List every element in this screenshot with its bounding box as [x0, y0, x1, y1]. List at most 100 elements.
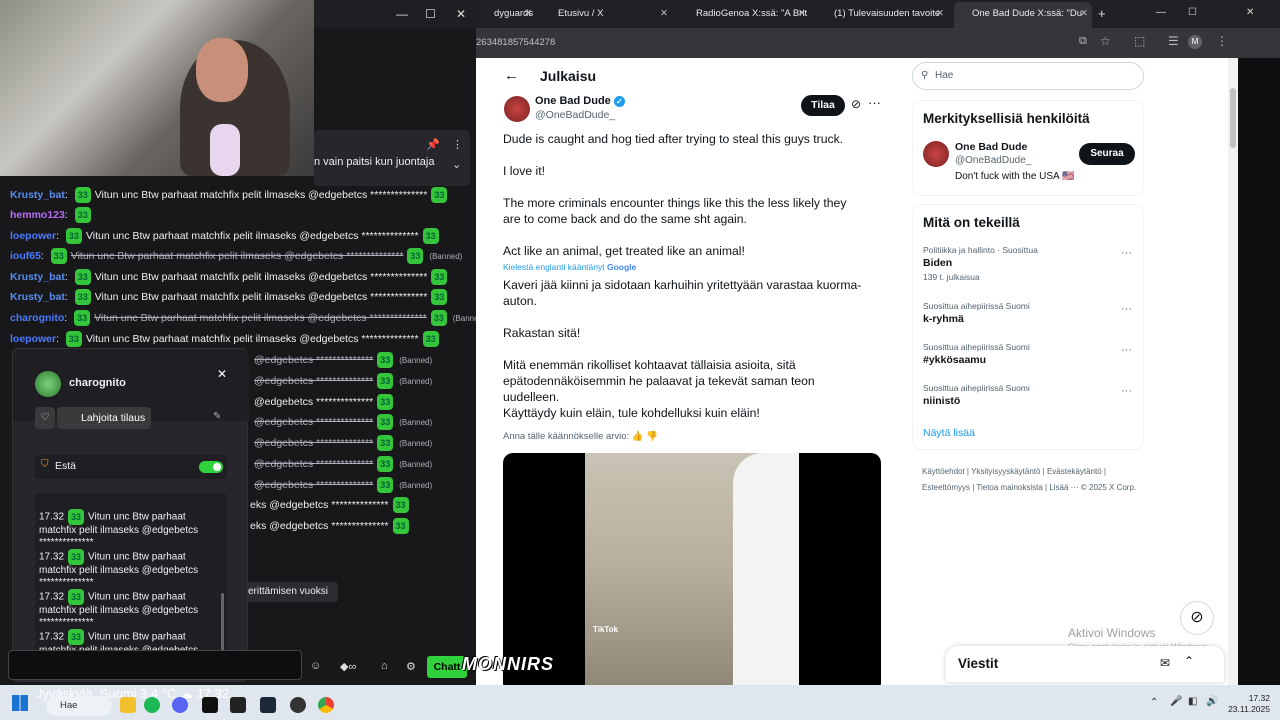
chat-message-fragment[interactable]: @edgebetcs ************** 33 (Banned)	[254, 372, 432, 390]
thumbs-down-icon[interactable]: 👎	[646, 431, 658, 442]
more-options-icon[interactable]: ···	[868, 95, 881, 110]
thumbs-up-icon[interactable]: 👍	[632, 431, 644, 442]
notion-icon[interactable]	[230, 697, 246, 713]
more-options-icon[interactable]: ···	[1121, 303, 1132, 315]
trend-name[interactable]: niinistö	[923, 395, 960, 407]
close-icon[interactable]: ✕	[217, 367, 227, 381]
browser-tab[interactable]: dyguards ✕	[476, 4, 536, 24]
chat-message[interactable]: charognito: 33 Vitun unc Btw parhaat matc…	[10, 309, 476, 327]
show-more-link[interactable]: Näytä lisää	[923, 427, 975, 439]
x-app-icon[interactable]	[202, 697, 218, 713]
chat-message[interactable]: loepower: 33 Vitun unc Btw parhaat matchf…	[10, 330, 443, 348]
chat-username[interactable]: charognito	[10, 312, 64, 324]
block-toggle[interactable]	[199, 461, 223, 473]
tray-chevron-icon[interactable]: ⌃	[1150, 697, 1158, 708]
author-handle[interactable]: @OneBadDude_	[535, 109, 615, 121]
pinned-message[interactable]: 📌 ⋮ n vain paitsi kun juontaja ⌄	[314, 130, 470, 186]
discord-icon[interactable]	[172, 697, 188, 713]
close-icon[interactable]: ✕	[1080, 2, 1088, 26]
new-tab-icon[interactable]: +	[1098, 6, 1106, 21]
maximize-icon[interactable]: ☐	[1188, 7, 1197, 18]
chat-send-button[interactable]: Chatt	[427, 656, 467, 678]
trend-name[interactable]: #ykkösaamu	[923, 354, 986, 366]
page-scrollbar[interactable]	[1228, 58, 1238, 685]
translation-label[interactable]: Kielestä englanti kääntänyt Google	[503, 262, 636, 272]
trend-name[interactable]: k-ryhmä	[923, 313, 964, 325]
chat-username[interactable]: loepower	[10, 333, 56, 345]
obs-icon[interactable]	[290, 697, 306, 713]
extensions-icon[interactable]: ⬚	[1134, 34, 1145, 48]
chat-username[interactable]: loepower	[10, 230, 56, 242]
chevron-down-icon[interactable]: ⌄	[452, 158, 461, 171]
more-options-icon[interactable]: ···	[1121, 385, 1132, 397]
avatar[interactable]	[35, 371, 61, 397]
close-icon[interactable]: ✕	[798, 4, 806, 24]
chat-message[interactable]: Krusty_bat: 33 Vitun unc Btw parhaat matc…	[10, 268, 451, 286]
minimize-icon[interactable]: —	[396, 7, 408, 21]
more-options-icon[interactable]: ···	[1121, 247, 1132, 259]
close-icon[interactable]: ✕	[936, 4, 944, 24]
more-options-icon[interactable]: ⋮	[452, 138, 463, 151]
video-player[interactable]: TikTok	[503, 453, 881, 685]
url-text[interactable]: 263481857544278	[476, 37, 555, 48]
person-name[interactable]: One Bad Dude	[955, 141, 1027, 153]
chat-username[interactable]: iouf65	[10, 250, 41, 262]
grok-float-icon[interactable]: ⊘	[1180, 601, 1214, 635]
chat-username[interactable]: Krusty_bat	[10, 291, 65, 303]
browser-tab[interactable]: One Bad Dude X:ssä: "Du ✕	[954, 2, 1092, 28]
mod-icon[interactable]: ✎	[213, 411, 221, 422]
gift-sub-button[interactable]: Lahjoita tilaus	[57, 407, 151, 429]
mic-icon[interactable]: 🎤	[1170, 696, 1182, 707]
steam-icon[interactable]	[260, 697, 276, 713]
pin-icon[interactable]: 📌	[426, 138, 440, 151]
close-icon[interactable]: ✕	[1246, 7, 1254, 18]
taskbar-clock[interactable]: 17.32 23.11.2025	[1228, 693, 1270, 715]
media-icon[interactable]: ☰	[1168, 34, 1179, 48]
chat-message-fragment[interactable]: @edgebetcs ************** 33 (Banned)	[254, 434, 432, 452]
user-card-name[interactable]: charognito	[69, 377, 126, 389]
chat-message-fragment[interactable]: @edgebetcs ************** 33	[254, 393, 397, 411]
chat-message-fragment[interactable]: @edgebetcs ************** 33 (Banned)	[254, 413, 432, 431]
scroll-thumb[interactable]	[1230, 88, 1236, 148]
chat-message[interactable]: iouf65: 33 Vitun unc Btw parhaat matchfix…	[10, 247, 462, 265]
chat-username[interactable]: Krusty_bat	[10, 271, 65, 283]
network-icon[interactable]: ◧	[1188, 696, 1197, 707]
grok-icon[interactable]: ⊘	[851, 97, 861, 111]
messages-drawer[interactable]: Viestit ✉ ⌃	[946, 646, 1224, 682]
menu-icon[interactable]: ⋮	[1216, 34, 1228, 48]
follow-button[interactable]: Seuraa	[1079, 143, 1135, 165]
chat-message-fragment[interactable]: eks @edgebetcs ************** 33	[250, 517, 413, 535]
profile-avatar[interactable]: M	[1188, 35, 1202, 49]
trend-name[interactable]: Biden	[923, 257, 952, 269]
browser-tab[interactable]: RadioGenoa X:ssä: "A Brit ✕	[678, 4, 810, 24]
avatar[interactable]	[923, 141, 949, 167]
gear-icon[interactable]: ⚙	[406, 660, 416, 673]
browser-tab[interactable]: Etusivu / X ✕	[540, 4, 672, 24]
chat-message-fragment[interactable]: @edgebetcs ************** 33 (Banned)	[254, 476, 432, 494]
windows-start-icon[interactable]	[12, 695, 28, 711]
chat-message[interactable]: Krusty_bat: 33 Vitun unc Btw parhaat matc…	[10, 186, 451, 204]
chat-message-fragment[interactable]: @edgebetcs ************** 33 (Banned)	[254, 351, 432, 369]
chrome-icon[interactable]	[318, 697, 334, 713]
chat-username[interactable]: Krusty_bat	[10, 189, 65, 201]
footer-links[interactable]: Käyttöehdot | Yksityisyyskäytäntö | Eväs…	[922, 464, 1142, 496]
close-icon[interactable]: ✕	[524, 4, 532, 24]
chat-message[interactable]: loepower: 33 Vitun unc Btw parhaat matchf…	[10, 227, 443, 245]
shop-icon[interactable]: ⌂	[381, 660, 388, 672]
chat-message-fragment[interactable]: @edgebetcs ************** 33 (Banned)	[254, 455, 432, 473]
spotify-icon[interactable]	[144, 697, 160, 713]
follow-heart-button[interactable]: ♡	[35, 407, 55, 429]
search-input[interactable]: ⚲ Hae	[912, 62, 1144, 90]
subscribe-button[interactable]: Tilaa	[801, 95, 845, 116]
chat-message[interactable]: Krusty_bat: 33 Vitun unc Btw parhaat matc…	[10, 288, 451, 306]
bits-icon[interactable]: ◆∞	[340, 660, 356, 673]
file-explorer-icon[interactable]	[120, 697, 136, 713]
address-bar[interactable]: 263481857544278 ⧉ ☆ ⬚ ☰ M ⋮	[476, 28, 1280, 58]
expand-icon[interactable]: ⌃	[1184, 654, 1194, 668]
maximize-icon[interactable]: ☐	[425, 7, 436, 21]
chat-message[interactable]: hemmo123: 33	[10, 206, 95, 224]
author-name[interactable]: One Bad Dude ✓	[535, 95, 625, 107]
volume-icon[interactable]: 🔊	[1206, 696, 1218, 707]
taskbar-search[interactable]: Hae	[46, 696, 112, 716]
chat-message-fragment[interactable]: eks @edgebetcs ************** 33	[250, 496, 413, 514]
